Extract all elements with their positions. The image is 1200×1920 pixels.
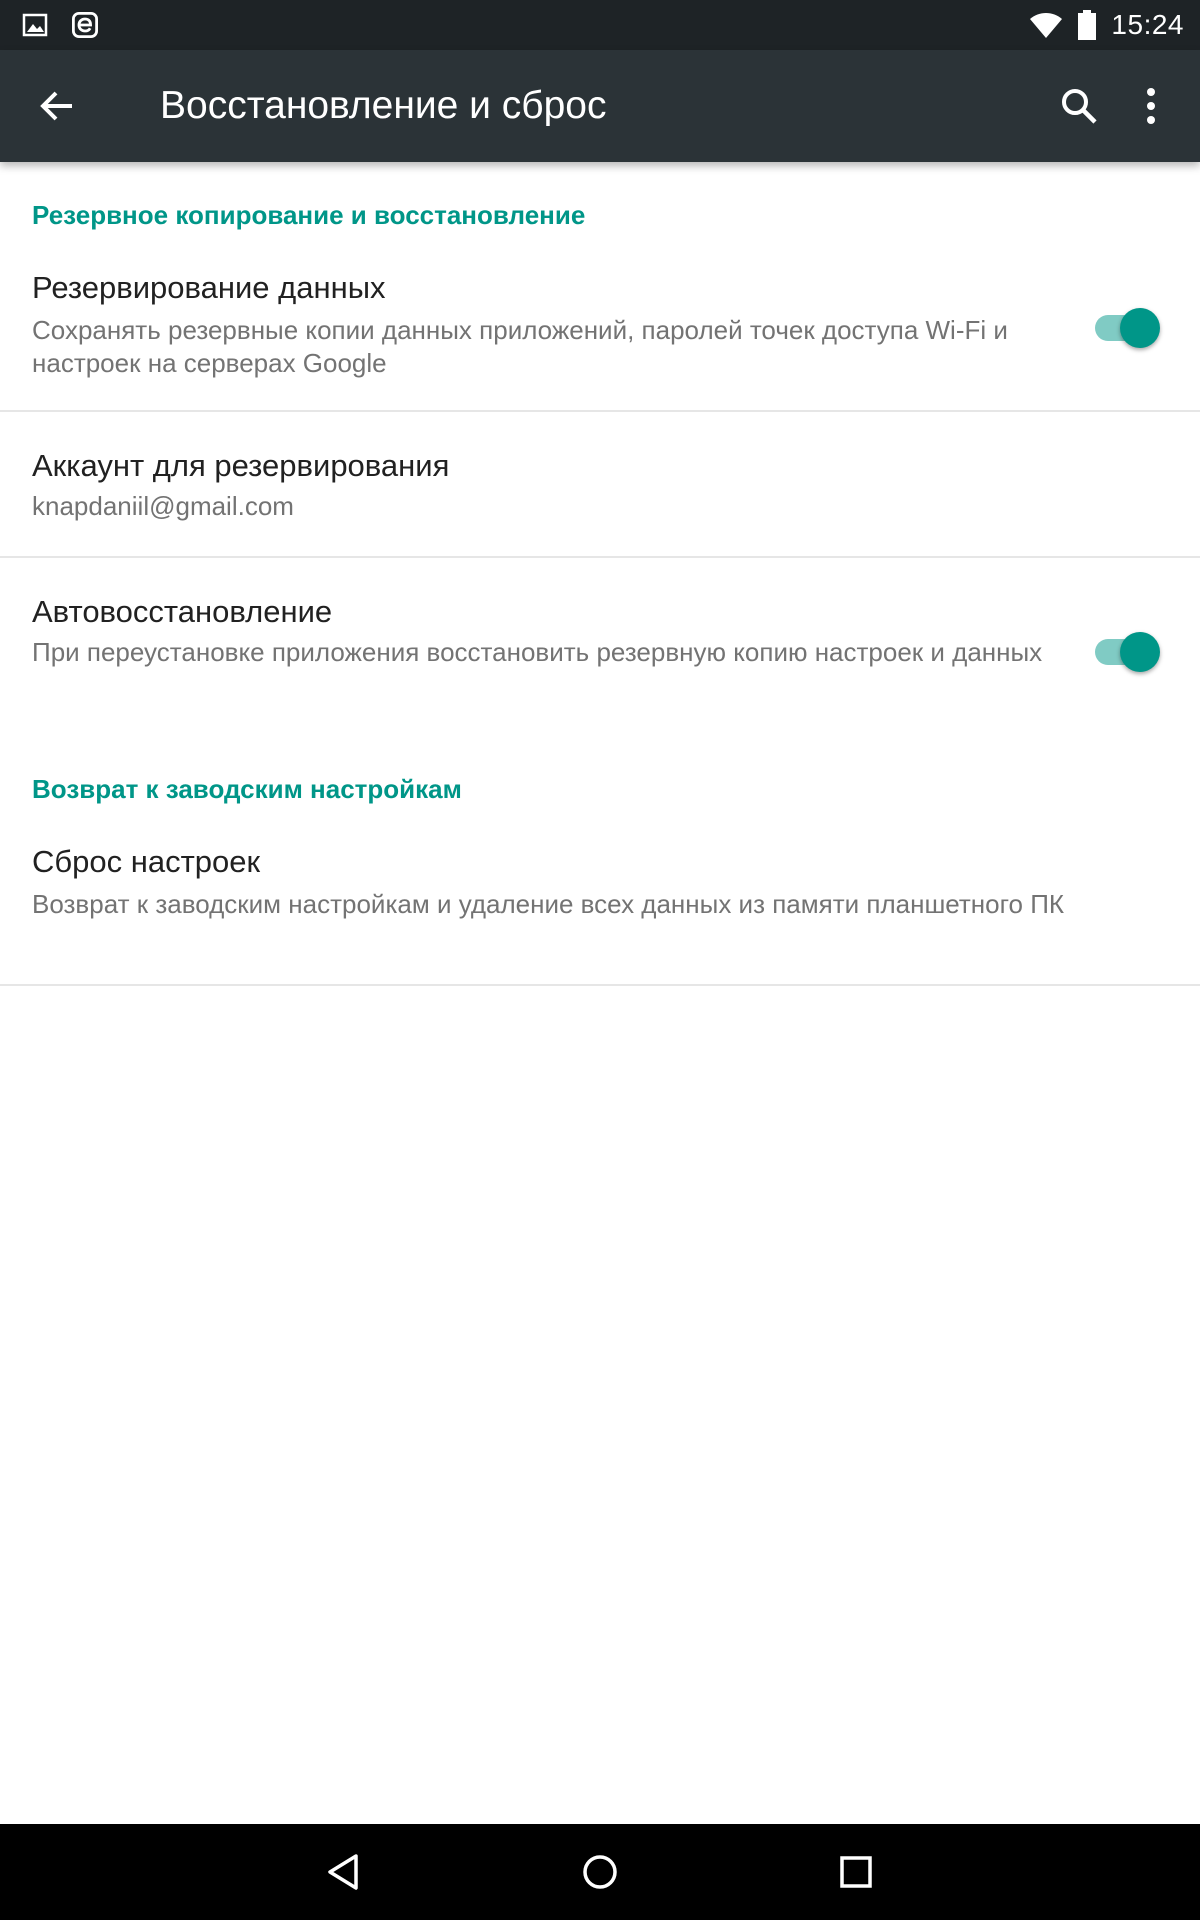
- screen: 15:24 Восстановление и сброс Резервное к: [0, 0, 1200, 1920]
- battery-icon: [1078, 10, 1097, 40]
- pref-summary: Возврат к заводским настройкам и удалени…: [32, 889, 1065, 919]
- e-app-notification-icon: [72, 12, 98, 38]
- pref-auto-restore[interactable]: Автовосстановление При переустановке при…: [0, 558, 1200, 728]
- search-button[interactable]: [1051, 78, 1107, 134]
- section-header-factory-reset: Возврат к заводским настройкам: [32, 774, 462, 804]
- search-icon: [1062, 89, 1097, 124]
- auto-restore-switch[interactable]: [1091, 624, 1163, 672]
- back-button[interactable]: [28, 78, 84, 134]
- pref-backup-data[interactable]: Резервирование данных Сохранять резервны…: [0, 244, 1200, 414]
- status-right: 15:24: [1029, 0, 1184, 50]
- nav-back-icon: [328, 1854, 358, 1890]
- divider: [0, 984, 1200, 986]
- pref-title: Автовосстановление: [32, 594, 333, 629]
- nav-home-button[interactable]: [570, 1842, 630, 1902]
- pref-title: Сброс настроек: [32, 844, 261, 879]
- switch-thumb: [1120, 308, 1160, 348]
- arrow-back-icon: [40, 91, 72, 121]
- pref-title: Резервирование данных: [32, 270, 386, 305]
- pref-backup-account[interactable]: Аккаунт для резервирования knapdaniil@gm…: [0, 412, 1200, 556]
- backup-data-switch[interactable]: [1091, 300, 1163, 348]
- more-vert-icon: [1147, 88, 1155, 124]
- nav-recents-icon: [840, 1856, 872, 1888]
- pref-summary: knapdaniil@gmail.com: [32, 491, 294, 521]
- page-title: Восстановление и сброс: [160, 84, 607, 127]
- more-options-button[interactable]: [1123, 78, 1179, 134]
- status-bar: 15:24: [0, 0, 1200, 50]
- nav-home-icon: [583, 1855, 617, 1889]
- notification-icons: [22, 11, 98, 39]
- pref-title: Аккаунт для резервирования: [32, 448, 450, 483]
- switch-thumb: [1120, 632, 1160, 672]
- section-header-backup: Резервное копирование и восстановление: [32, 200, 586, 230]
- clock: 15:24: [1111, 9, 1184, 40]
- pref-summary: Сохранять резервные копии данных приложе…: [32, 315, 1008, 378]
- pref-factory-reset[interactable]: Сброс настроек Возврат к заводским настр…: [0, 818, 1200, 988]
- image-notification-icon: [22, 13, 48, 37]
- toolbar: Восстановление и сброс: [0, 50, 1200, 162]
- navigation-bar: [0, 1824, 1200, 1920]
- pref-summary: При переустановке приложения восстановит…: [32, 637, 1043, 667]
- wifi-icon: [1030, 13, 1063, 38]
- nav-recents-button[interactable]: [826, 1842, 886, 1902]
- nav-back-button[interactable]: [314, 1842, 374, 1902]
